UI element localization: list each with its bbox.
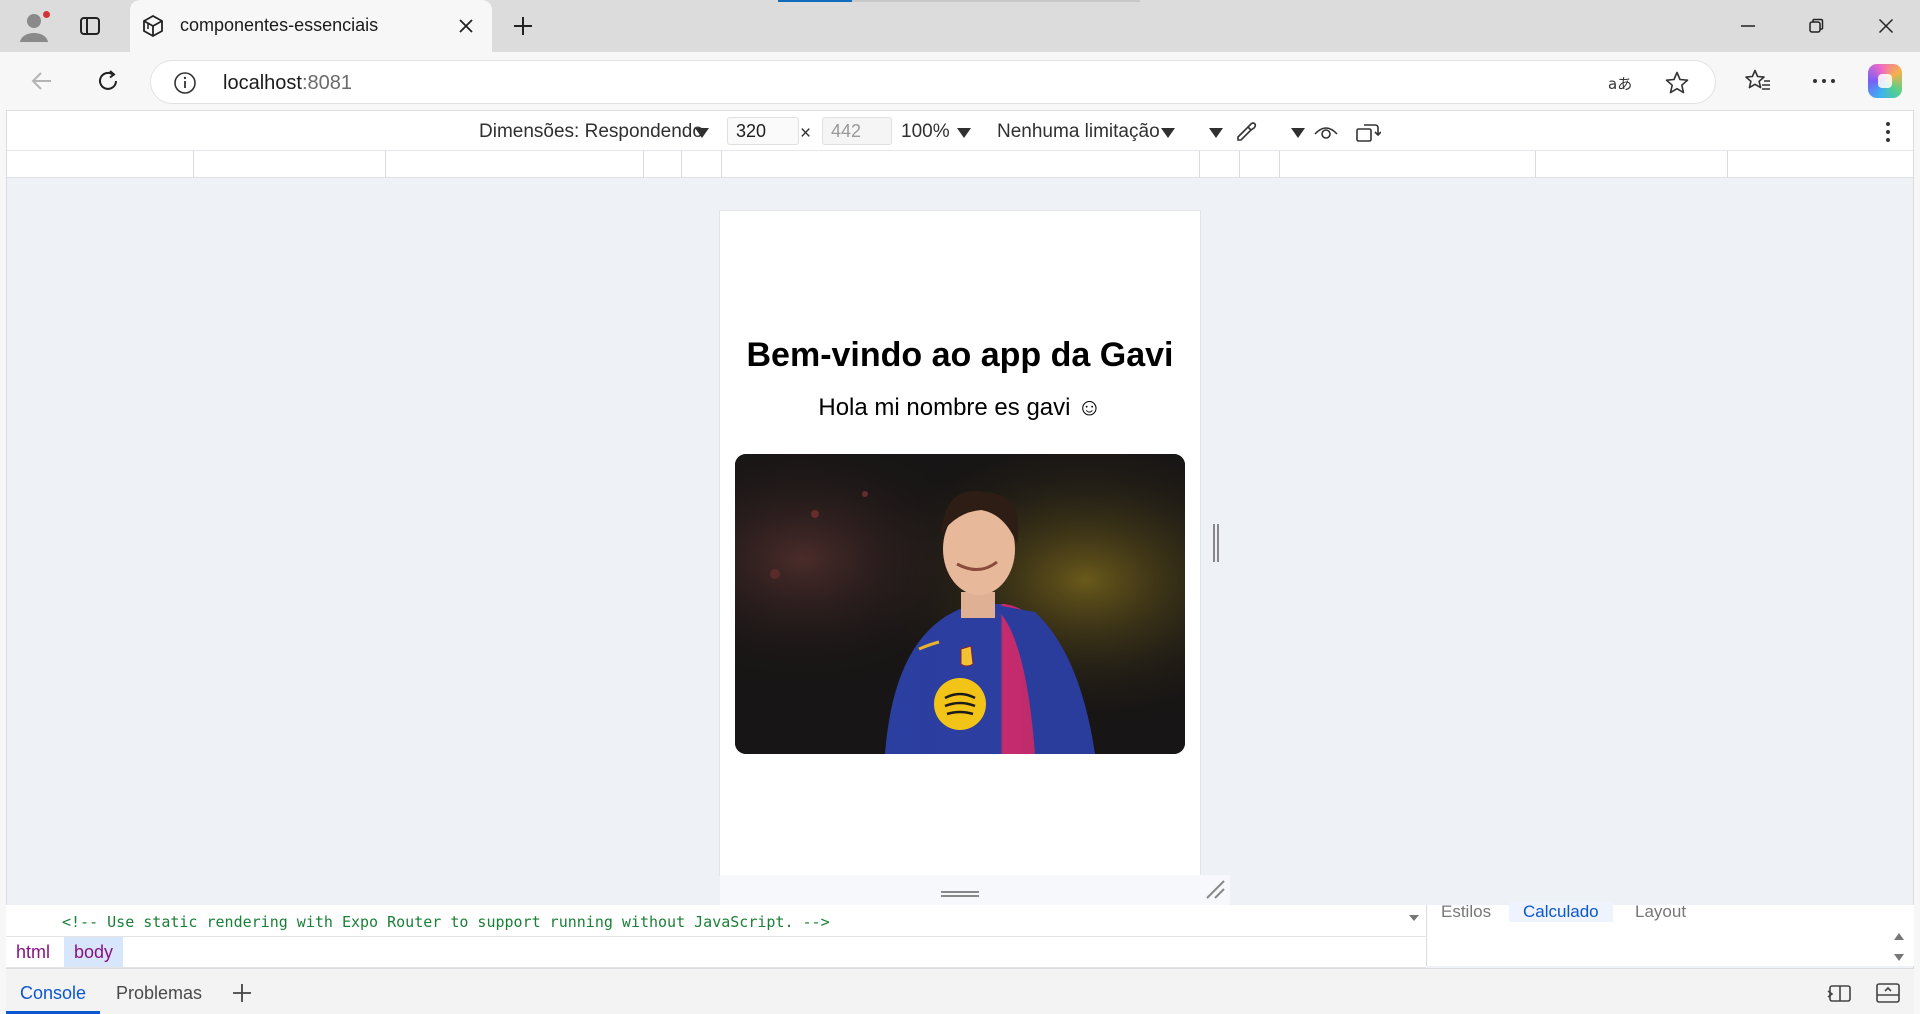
tab-computed[interactable]: Calculado <box>1509 902 1613 922</box>
breadcrumb: html body <box>6 936 1426 968</box>
tab-title: componentes-essenciais <box>180 15 379 35</box>
plus-icon[interactable] <box>228 979 256 1007</box>
styles-panel: Estilos Calculado Layout <box>1426 902 1914 966</box>
device-toolbar: Dimensões: Respondendo 320 × 442 100% Ne… <box>7 111 1913 151</box>
chevron-down-icon[interactable] <box>1291 128 1305 138</box>
resize-handle-bottom[interactable] <box>940 886 980 897</box>
rotate-device-icon[interactable] <box>1355 119 1381 145</box>
url-port: :8081 <box>301 72 352 94</box>
close-tab-icon[interactable] <box>452 12 480 40</box>
address-bar[interactable]: localhost:8081 aあ <box>150 60 1716 104</box>
tab-console[interactable]: Console <box>20 983 86 1004</box>
dimensions-select[interactable]: Dimensões: Respondendo <box>479 121 703 143</box>
info-icon[interactable] <box>173 71 197 95</box>
profile-avatar-icon[interactable] <box>16 8 52 44</box>
close-window-icon[interactable] <box>1858 6 1914 46</box>
minimize-icon[interactable] <box>1720 6 1776 46</box>
eyedropper-icon[interactable] <box>1233 119 1259 145</box>
url-host: localhost <box>223 72 302 94</box>
breadcrumb-html[interactable]: html <box>6 937 60 967</box>
new-tab-plus-icon[interactable] <box>505 8 541 44</box>
notification-dot <box>42 10 51 19</box>
read-aloud-icon[interactable]: aあ <box>1607 69 1635 97</box>
code-comment-line[interactable]: <!-- Use static rendering with Expo Rout… <box>62 913 830 931</box>
favorite-star-icon[interactable] <box>1663 69 1691 97</box>
drawer-tab-bar: Console Problemas <box>6 968 1914 1014</box>
media-query-ruler[interactable] <box>7 151 1913 178</box>
undock-icon[interactable] <box>1874 979 1902 1007</box>
chevron-down-icon[interactable] <box>695 128 709 138</box>
copilot-icon[interactable] <box>1868 64 1902 98</box>
active-tab[interactable]: componentes-essenciais <box>130 0 492 52</box>
tab-strip: componentes-essenciais <box>0 0 1920 52</box>
favorites-icon[interactable] <box>1738 61 1778 101</box>
app-subtitle: Hola mi nombre es gavi ☺ <box>818 394 1102 421</box>
tab-problems[interactable]: Problemas <box>116 983 202 1004</box>
loading-indicator <box>778 0 1140 2</box>
svg-text:aあ: aあ <box>1608 75 1632 93</box>
resize-handle-corner[interactable] <box>1204 878 1226 900</box>
width-input[interactable]: 320 <box>727 117 799 145</box>
vision-deficiency-icon[interactable] <box>1313 119 1339 145</box>
browser-toolbar: localhost:8081 aあ <box>0 52 1920 110</box>
back-arrow-icon[interactable] <box>22 61 62 101</box>
times-sign: × <box>800 123 812 144</box>
more-options-icon[interactable] <box>1875 119 1901 145</box>
chevron-down-icon[interactable] <box>1209 128 1223 138</box>
dock-side-icon[interactable] <box>1826 979 1854 1007</box>
refresh-icon[interactable] <box>88 61 128 101</box>
resize-handle-right[interactable] <box>1211 523 1221 563</box>
scroll-down-icon[interactable] <box>1408 913 1420 923</box>
url-text[interactable]: localhost:8081 <box>223 72 352 95</box>
breadcrumb-body[interactable]: body <box>64 937 124 967</box>
tab-styles[interactable]: Estilos <box>1441 902 1491 922</box>
scroll-arrows-icon[interactable] <box>1892 930 1906 964</box>
tab-actions-icon[interactable] <box>72 8 108 44</box>
expo-cube-icon <box>141 14 165 38</box>
device-viewport: Bem-vindo ao app da Gavi Hola mi nombre … <box>720 211 1200 875</box>
player-photo <box>735 454 1185 754</box>
tab-layout[interactable]: Layout <box>1635 902 1686 922</box>
app-title: Bem-vindo ao app da Gavi <box>746 336 1174 374</box>
chevron-down-icon[interactable] <box>957 128 971 138</box>
height-input[interactable]: 442 <box>822 117 892 145</box>
zoom-select[interactable]: 100% <box>901 121 950 143</box>
chevron-down-icon[interactable] <box>1161 128 1175 138</box>
throttling-select[interactable]: Nenhuma limitação <box>997 121 1160 143</box>
restore-icon[interactable] <box>1788 6 1844 46</box>
elements-tree: <!-- Use static rendering with Expo Rout… <box>6 905 1426 936</box>
more-icon[interactable] <box>1804 61 1844 101</box>
